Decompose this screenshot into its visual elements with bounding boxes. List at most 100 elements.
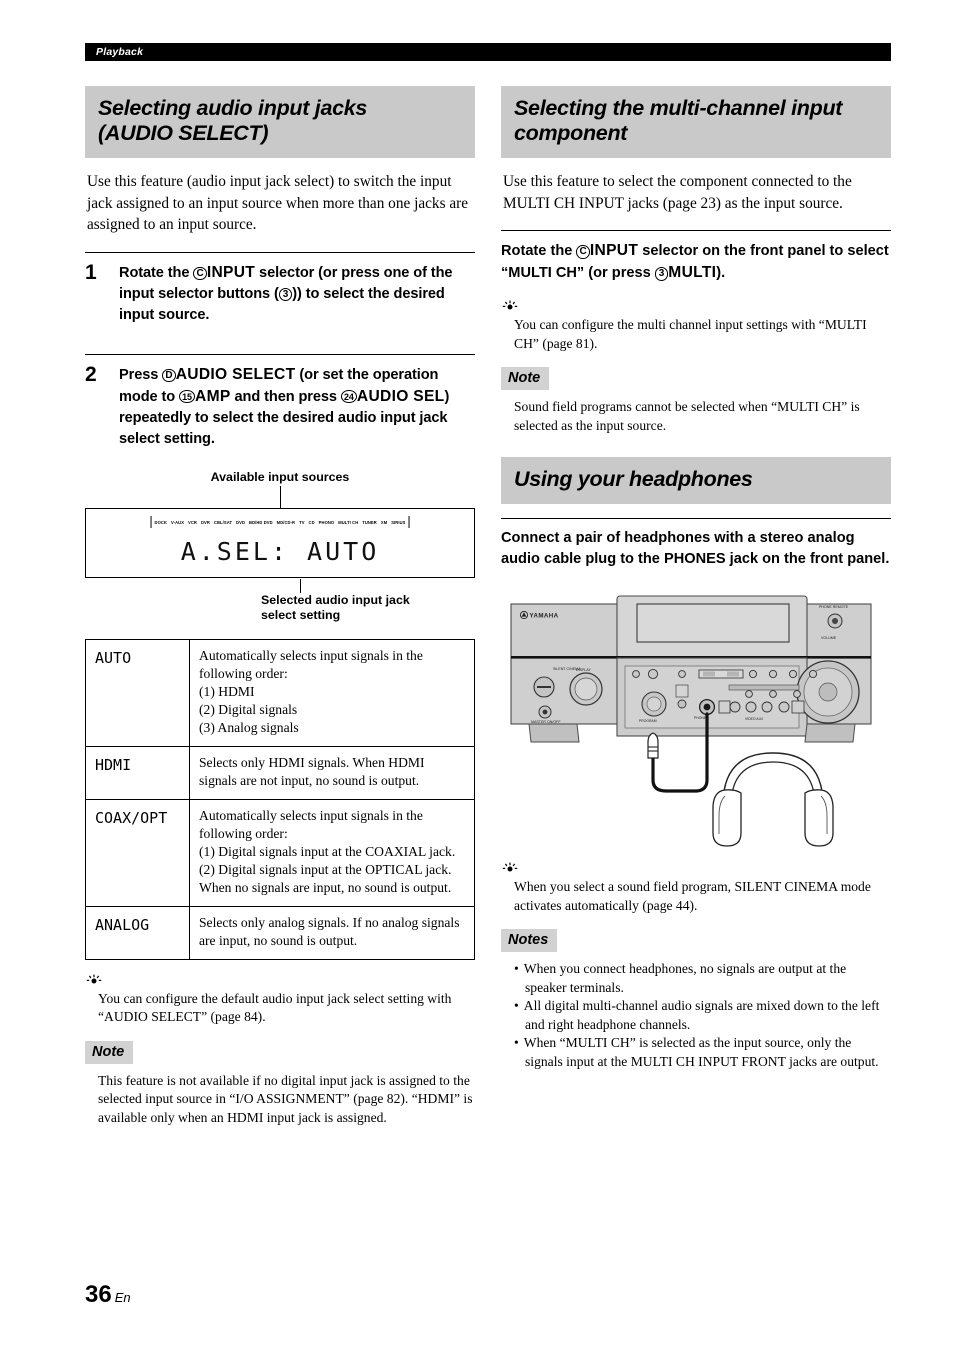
receiver-headphones-figure: SILENT CINEMA DISPLAY MASTER ON/OFF PHON… xyxy=(501,590,891,860)
note-tag: Note xyxy=(85,1040,134,1064)
multich-title-line2: component xyxy=(514,121,628,145)
multich-text: ). xyxy=(716,265,726,281)
table-row: ANALOG Selects only analog signals. If no… xyxy=(85,905,475,960)
step-2: 2 Press D AUDIO SELECT (or set the operat… xyxy=(85,355,475,462)
svg-text:DISPLAY: DISPLAY xyxy=(576,668,592,672)
multich-instruction: Rotate the C INPUT selector on the front … xyxy=(501,231,891,286)
option-key: AUTO xyxy=(85,638,190,747)
step-2-ref-24: 24 xyxy=(340,389,357,403)
step-1: 1 Rotate the C INPUT selector (or press o… xyxy=(85,253,475,338)
input-source-indicator: XM xyxy=(380,519,388,525)
step-1-keycap: INPUT xyxy=(206,263,256,281)
multich-title-line1: Selecting the multi-channel input xyxy=(514,96,843,120)
step-2-text: and then press xyxy=(230,388,341,405)
option-description: Automatically selects input signals in t… xyxy=(189,638,475,747)
step-2-keycap: AMP xyxy=(195,387,231,405)
page-language: En xyxy=(114,1290,131,1305)
input-source-indicator: DVR xyxy=(200,519,210,525)
step-1-text: Rotate the xyxy=(119,264,194,281)
audio-select-options-table: AUTO Automatically selects input signals … xyxy=(85,638,475,960)
input-source-indicator: TV xyxy=(299,519,305,525)
input-source-indicator: SIRIUS xyxy=(391,519,406,525)
svg-text:VIDEO AUX: VIDEO AUX xyxy=(745,717,764,721)
right-column: Selecting the multi-channel input compon… xyxy=(501,86,891,1071)
input-source-indicator: DOCK xyxy=(154,519,168,525)
tip-text: You can configure the multi channel inpu… xyxy=(514,317,867,351)
receiver-brand-label: YAMAHA xyxy=(530,612,559,619)
multich-intro-paragraph: Use this feature to select the component… xyxy=(503,173,852,212)
multich-keycap: INPUT xyxy=(589,242,639,259)
headphones-title: Using your headphones xyxy=(514,467,753,491)
step-1-number: 1 xyxy=(85,260,97,284)
option-key: ANALOG xyxy=(85,905,190,960)
step-2-ref-15: 15 xyxy=(179,389,196,403)
input-source-indicator: DVD xyxy=(236,519,246,525)
step-2-keycap: AUDIO SELECT xyxy=(175,365,296,383)
svg-text:MASTER ON/OFF: MASTER ON/OFF xyxy=(531,720,561,724)
figure-caption-available-input-sources: Available input sources xyxy=(210,469,350,484)
note-tag: Note xyxy=(501,367,550,390)
step-1-ref-C: C xyxy=(193,266,207,280)
input-source-indicator: TUNER xyxy=(362,519,377,525)
svg-text:VOLUME: VOLUME xyxy=(821,636,837,640)
option-key: HDMI xyxy=(85,745,190,800)
note-text: This feature is not available if no digi… xyxy=(98,1072,473,1125)
step-2-text: Press D AUDIO SELECT (or set the operatio… xyxy=(119,364,475,450)
step-2-text: Press xyxy=(119,366,163,383)
input-source-indicator: CD xyxy=(308,519,315,525)
leader-line-top xyxy=(279,485,281,508)
step-1-ref-3: 3 xyxy=(278,287,293,301)
display-panel: DOCK V-AUX VCR DVR CBL/SAT DVD BD/HD DVD MD/CD-… xyxy=(85,507,475,593)
multich-text: Rotate the xyxy=(501,243,577,259)
tip-bulb-icon xyxy=(86,974,102,987)
multich-ref-C: C xyxy=(576,245,590,259)
section-title-line1: Selecting audio input jacks xyxy=(98,96,368,120)
notes-block-headphones: Notes When you connect headphones, no si… xyxy=(501,915,891,1071)
notes-list: When you connect headphones, no signals … xyxy=(501,960,891,1071)
page-footer: 36 En xyxy=(85,1281,131,1309)
step-2-ref-D: D xyxy=(162,368,176,382)
tip-text: When you select a sound field program, S… xyxy=(514,879,871,913)
svg-text:PROGRAM: PROGRAM xyxy=(639,719,657,723)
caption-bottom-line1: Selected audio input jack xyxy=(261,592,410,607)
input-source-indicator: CBL/SAT xyxy=(213,519,233,525)
section-intro-paragraph: Use this feature (audio input jack selec… xyxy=(87,173,469,233)
lcd-readout: A.SEL: AUTO xyxy=(180,536,380,566)
tip-block-multich: You can configure the multi channel inpu… xyxy=(501,300,891,353)
notes-tag: Notes xyxy=(501,929,558,952)
caption-bottom-line2: select setting xyxy=(261,607,341,622)
tip-bulb-icon xyxy=(502,300,518,313)
tip-block-audio-select: You can configure the default audio inpu… xyxy=(85,974,475,1027)
input-source-indicator: MD/CD-R xyxy=(276,519,296,525)
step-1-text: Rotate the C INPUT selector (or press one… xyxy=(119,262,475,326)
multich-ref-3: 3 xyxy=(654,267,669,281)
input-source-indicator-row: DOCK V-AUX VCR DVR CBL/SAT DVD BD/HD DVD MD/CD-… xyxy=(150,515,410,528)
option-description: Automatically selects input signals in t… xyxy=(189,798,475,907)
section-banner-headphones: Using your headphones xyxy=(501,457,891,504)
option-key: COAX/OPT xyxy=(85,798,190,907)
input-source-indicator: V-AUX xyxy=(171,519,185,525)
table-row: HDMI Selects only HDMI signals. When HDMI… xyxy=(85,745,475,800)
section-banner-audio-select: Selecting audio input jacks (AUDIO SELEC… xyxy=(85,86,475,158)
tip-block-headphones: When you select a sound field program, S… xyxy=(501,862,891,915)
section-title-line2: (AUDIO SELECT) xyxy=(98,121,269,145)
note-block-audio-select: Note This feature is not available if no… xyxy=(85,1027,475,1128)
page-number: 36 xyxy=(85,1281,112,1308)
running-head-bar: Playback xyxy=(85,43,891,61)
running-head-label: Playback xyxy=(96,46,144,58)
headphones-instruction: Connect a pair of headphones with a ster… xyxy=(501,530,890,567)
tip-bulb-icon xyxy=(502,862,518,875)
multich-keycap: MULTI xyxy=(668,264,717,281)
receiver-illustration-svg: SILENT CINEMA DISPLAY MASTER ON/OFF PHON… xyxy=(510,595,872,847)
option-description: Selects only analog signals. If no analo… xyxy=(189,905,475,960)
figure-caption-selected-setting: Selected audio input jack select setting xyxy=(85,593,475,623)
note-text: Sound field programs cannot be selected … xyxy=(514,399,860,433)
left-column: Selecting audio input jacks (AUDIO SELEC… xyxy=(85,86,475,1127)
option-description: Selects only HDMI signals. When HDMI sig… xyxy=(189,745,475,800)
list-item: When “MULTI CH” is selected as the input… xyxy=(514,1034,891,1071)
tip-text: You can configure the default audio inpu… xyxy=(98,990,452,1025)
table-row: AUTO Automatically selects input signals … xyxy=(85,638,475,747)
section-banner-multi-channel: Selecting the multi-channel input compon… xyxy=(501,86,891,158)
input-source-indicator: BD/HD DVD xyxy=(249,519,273,525)
list-item: When you connect headphones, no signals … xyxy=(514,960,891,997)
